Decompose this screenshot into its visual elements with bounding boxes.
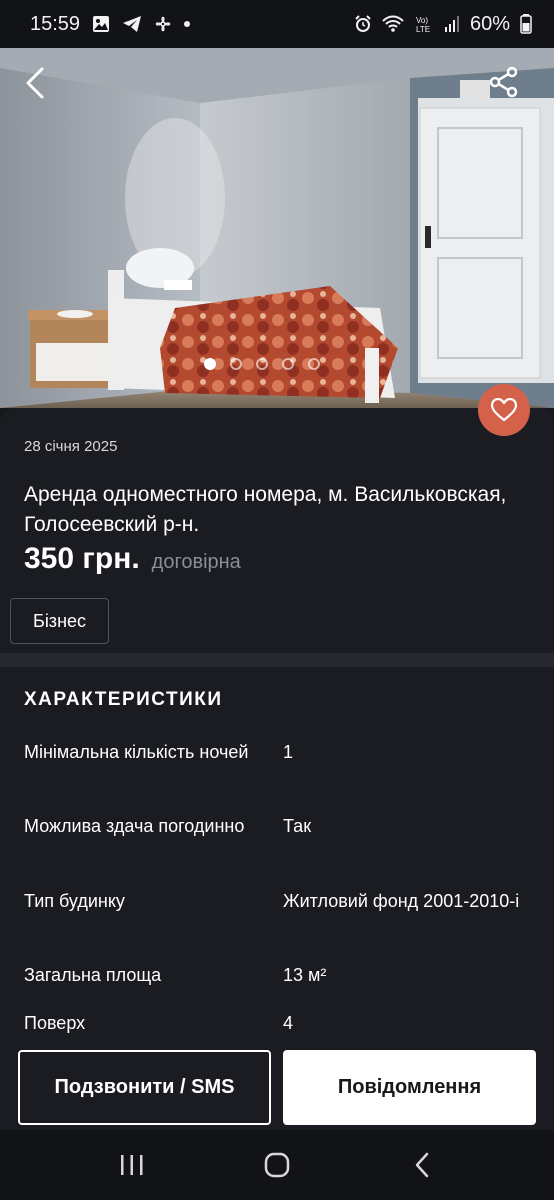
status-left: 15:59 <box>30 12 191 36</box>
svg-text:LTE: LTE <box>416 25 430 34</box>
pager-dot[interactable] <box>204 358 216 370</box>
char-row: Поверх 4 <box>24 1010 530 1036</box>
message-button[interactable]: Повідомлення <box>283 1050 536 1125</box>
call-sms-button[interactable]: Подзвонити / SMS <box>18 1050 271 1125</box>
battery-icon <box>520 14 532 34</box>
photo-pager <box>204 358 320 370</box>
home-icon <box>264 1152 290 1178</box>
notification-dot-icon <box>184 21 191 27</box>
pager-dot[interactable] <box>308 358 320 370</box>
battery-percent: 60% <box>469 12 510 35</box>
favorite-button[interactable] <box>478 384 530 436</box>
pager-dot[interactable] <box>230 358 242 370</box>
listing-page: 15:59 Vo) LTE 60% 28 січня 2025 Аренда о… <box>0 0 554 1200</box>
heart-icon <box>491 398 517 422</box>
char-value: Житловий фонд 2001-2010-і <box>283 891 520 911</box>
pager-dot[interactable] <box>256 358 268 370</box>
share-icon <box>489 66 518 98</box>
status-time: 15:59 <box>30 12 81 35</box>
action-bar: Подзвонити / SMS Повідомлення <box>0 1040 554 1130</box>
price-negotiable: договірна <box>151 551 241 573</box>
home-button[interactable] <box>247 1140 307 1190</box>
fan-icon <box>155 16 171 32</box>
recent-apps-button[interactable] <box>102 1140 162 1190</box>
pager-dot[interactable] <box>282 358 294 370</box>
char-row: Тип будинку Житловий фонд 2001-2010-і <box>24 888 530 914</box>
char-value: 4 <box>283 1013 294 1033</box>
char-value: 13 м² <box>283 965 327 985</box>
char-label: Мінімальна кількість ночей <box>24 742 249 762</box>
bedroom-photo <box>0 48 554 408</box>
status-bar: 15:59 Vo) LTE 60% <box>0 0 554 48</box>
char-row: Мінімальна кількість ночей 1 <box>24 739 530 765</box>
section-divider <box>0 653 554 667</box>
back-button[interactable] <box>22 66 66 110</box>
alarm-icon <box>355 15 371 32</box>
char-row: Можлива здача погодинно Так <box>24 813 530 839</box>
signal-icon <box>444 16 459 32</box>
system-nav-bar <box>0 1130 554 1200</box>
listing-details: 28 січня 2025 Аренда одноместного номера… <box>0 408 554 653</box>
characteristics-heading: ХАРАКТЕРИСТИКИ <box>24 689 223 710</box>
characteristics-section: ХАРАКТЕРИСТИКИ Мінімальна кількість ноче… <box>0 667 554 1050</box>
price-row: 350 грн. договірна <box>24 542 241 576</box>
svg-text:Vo): Vo) <box>416 16 428 25</box>
wifi-icon <box>382 15 404 32</box>
status-right: Vo) LTE 60% <box>354 13 532 36</box>
volte-icon: Vo)LTE <box>416 16 430 34</box>
char-label: Тип будинку <box>24 891 125 911</box>
char-value: Так <box>283 816 312 836</box>
listing-photo-gallery[interactable] <box>0 48 554 408</box>
listing-title: Аренда одноместного номера, м. Васильков… <box>24 483 507 536</box>
back-nav-button[interactable] <box>392 1140 452 1190</box>
listing-date: 28 січня 2025 <box>24 438 118 455</box>
char-label: Загальна площа <box>24 965 162 985</box>
char-row: Загальна площа 13 м² <box>24 962 530 988</box>
gallery-icon <box>93 16 110 32</box>
business-tag[interactable]: Бізнес <box>10 598 110 644</box>
listing-price: 350 грн. <box>24 542 140 575</box>
telegram-icon <box>123 16 142 32</box>
char-label: Можлива здача погодинно <box>24 816 245 836</box>
recent-apps-icon <box>121 1155 143 1175</box>
back-nav-icon <box>415 1152 428 1178</box>
char-label: Поверх <box>24 1013 86 1033</box>
share-button[interactable] <box>488 66 532 110</box>
arrow-back-icon <box>26 67 44 99</box>
char-value: 1 <box>283 742 294 762</box>
